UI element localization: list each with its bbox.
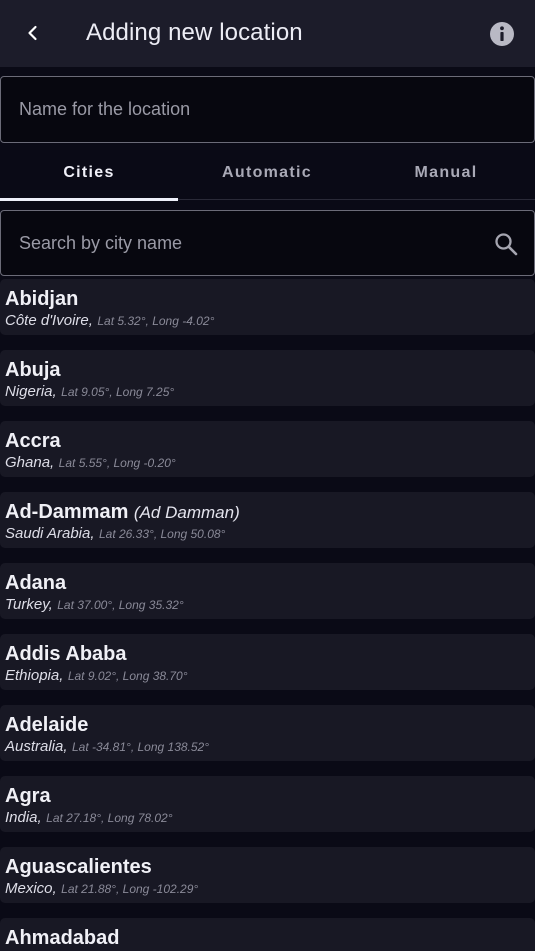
city-item[interactable]: Ahmadabad: [0, 918, 535, 951]
chevron-left-icon: [28, 25, 37, 41]
city-name: Accra: [5, 430, 61, 452]
city-coordinates: Lat 5.32°, Long -4.02°: [97, 314, 215, 328]
city-item[interactable]: Adana Turkey, Lat 37.00°, Long 35.32°: [0, 563, 535, 619]
city-alternate-name: (Ad Damman): [133, 503, 240, 522]
city-name: Abuja: [5, 359, 61, 381]
location-name-input[interactable]: [19, 77, 459, 142]
city-coordinates: Lat 26.33°, Long 50.08°: [98, 527, 226, 541]
city-name: Ahmadabad: [5, 927, 120, 949]
city-coordinates: Lat 27.18°, Long 78.02°: [46, 811, 173, 825]
city-name: Addis Ababa: [5, 643, 127, 665]
city-name: Aguascalientes: [5, 856, 152, 878]
city-name: Adana: [5, 572, 67, 594]
city-item[interactable]: Abuja Nigeria, Lat 9.05°, Long 7.25°: [0, 350, 535, 406]
city-country: Saudi Arabia,: [5, 525, 95, 542]
city-name: Abidjan: [5, 288, 79, 310]
city-item[interactable]: Ad-Dammam (Ad Damman) Saudi Arabia, Lat …: [0, 492, 535, 548]
city-country: Ethiopia,: [5, 667, 64, 684]
city-coordinates: Lat 9.05°, Long 7.25°: [61, 385, 175, 399]
city-search-field[interactable]: [0, 210, 535, 276]
city-name: Ad-Dammam: [5, 501, 129, 523]
back-button[interactable]: [14, 14, 52, 52]
city-name: Adelaide: [5, 714, 89, 736]
city-coordinates: Lat 9.02°, Long 38.70°: [67, 669, 188, 683]
tab-automatic[interactable]: Automatic: [178, 146, 356, 200]
location-name-field[interactable]: [0, 76, 535, 143]
city-item[interactable]: Agra India, Lat 27.18°, Long 78.02°: [0, 776, 535, 832]
tab-cities[interactable]: Cities: [0, 146, 178, 201]
app-screen: Adding new location Cities Automatic Man…: [0, 0, 535, 951]
city-item[interactable]: Abidjan Côte d'Ivoire, Lat 5.32°, Long -…: [0, 279, 535, 335]
search-icon[interactable]: [493, 231, 519, 257]
page-title: Adding new location: [86, 19, 303, 46]
city-coordinates: Lat 21.88°, Long -102.29°: [61, 882, 199, 896]
info-icon: [489, 21, 514, 46]
city-coordinates: Lat -34.81°, Long 138.52°: [71, 740, 210, 754]
city-name: Agra: [5, 785, 51, 807]
city-item[interactable]: Accra Ghana, Lat 5.55°, Long -0.20°: [0, 421, 535, 477]
app-bar: Adding new location: [0, 0, 535, 67]
city-country: India,: [5, 809, 42, 826]
city-coordinates: Lat 37.00°, Long 35.32°: [57, 598, 184, 612]
city-country: Mexico,: [5, 880, 57, 897]
tab-bar: Cities Automatic Manual: [0, 146, 535, 201]
city-search-input[interactable]: [19, 211, 459, 275]
city-item[interactable]: Aguascalientes Mexico, Lat 21.88°, Long …: [0, 847, 535, 903]
city-item[interactable]: Addis Ababa Ethiopia, Lat 9.02°, Long 38…: [0, 634, 535, 690]
city-country: Côte d'Ivoire,: [5, 312, 93, 329]
city-country: Turkey,: [5, 596, 53, 613]
city-item[interactable]: Adelaide Australia, Lat -34.81°, Long 13…: [0, 705, 535, 761]
info-button[interactable]: [487, 19, 516, 48]
city-country: Ghana,: [5, 454, 55, 471]
city-country: Nigeria,: [5, 383, 57, 400]
city-coordinates: Lat 5.55°, Long -0.20°: [58, 456, 176, 470]
city-country: Australia,: [5, 738, 68, 755]
tab-manual[interactable]: Manual: [357, 146, 535, 200]
